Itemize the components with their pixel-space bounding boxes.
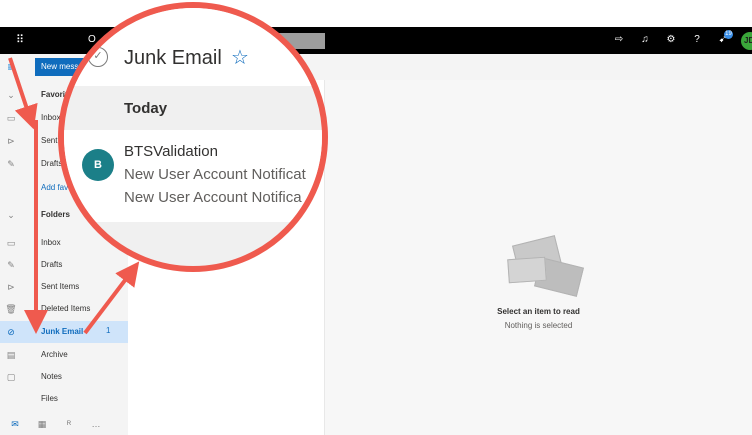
arrow-to-favorites	[8, 57, 38, 130]
arrow-to-magnifier	[83, 261, 140, 335]
annotation-arrows	[8, 57, 140, 335]
